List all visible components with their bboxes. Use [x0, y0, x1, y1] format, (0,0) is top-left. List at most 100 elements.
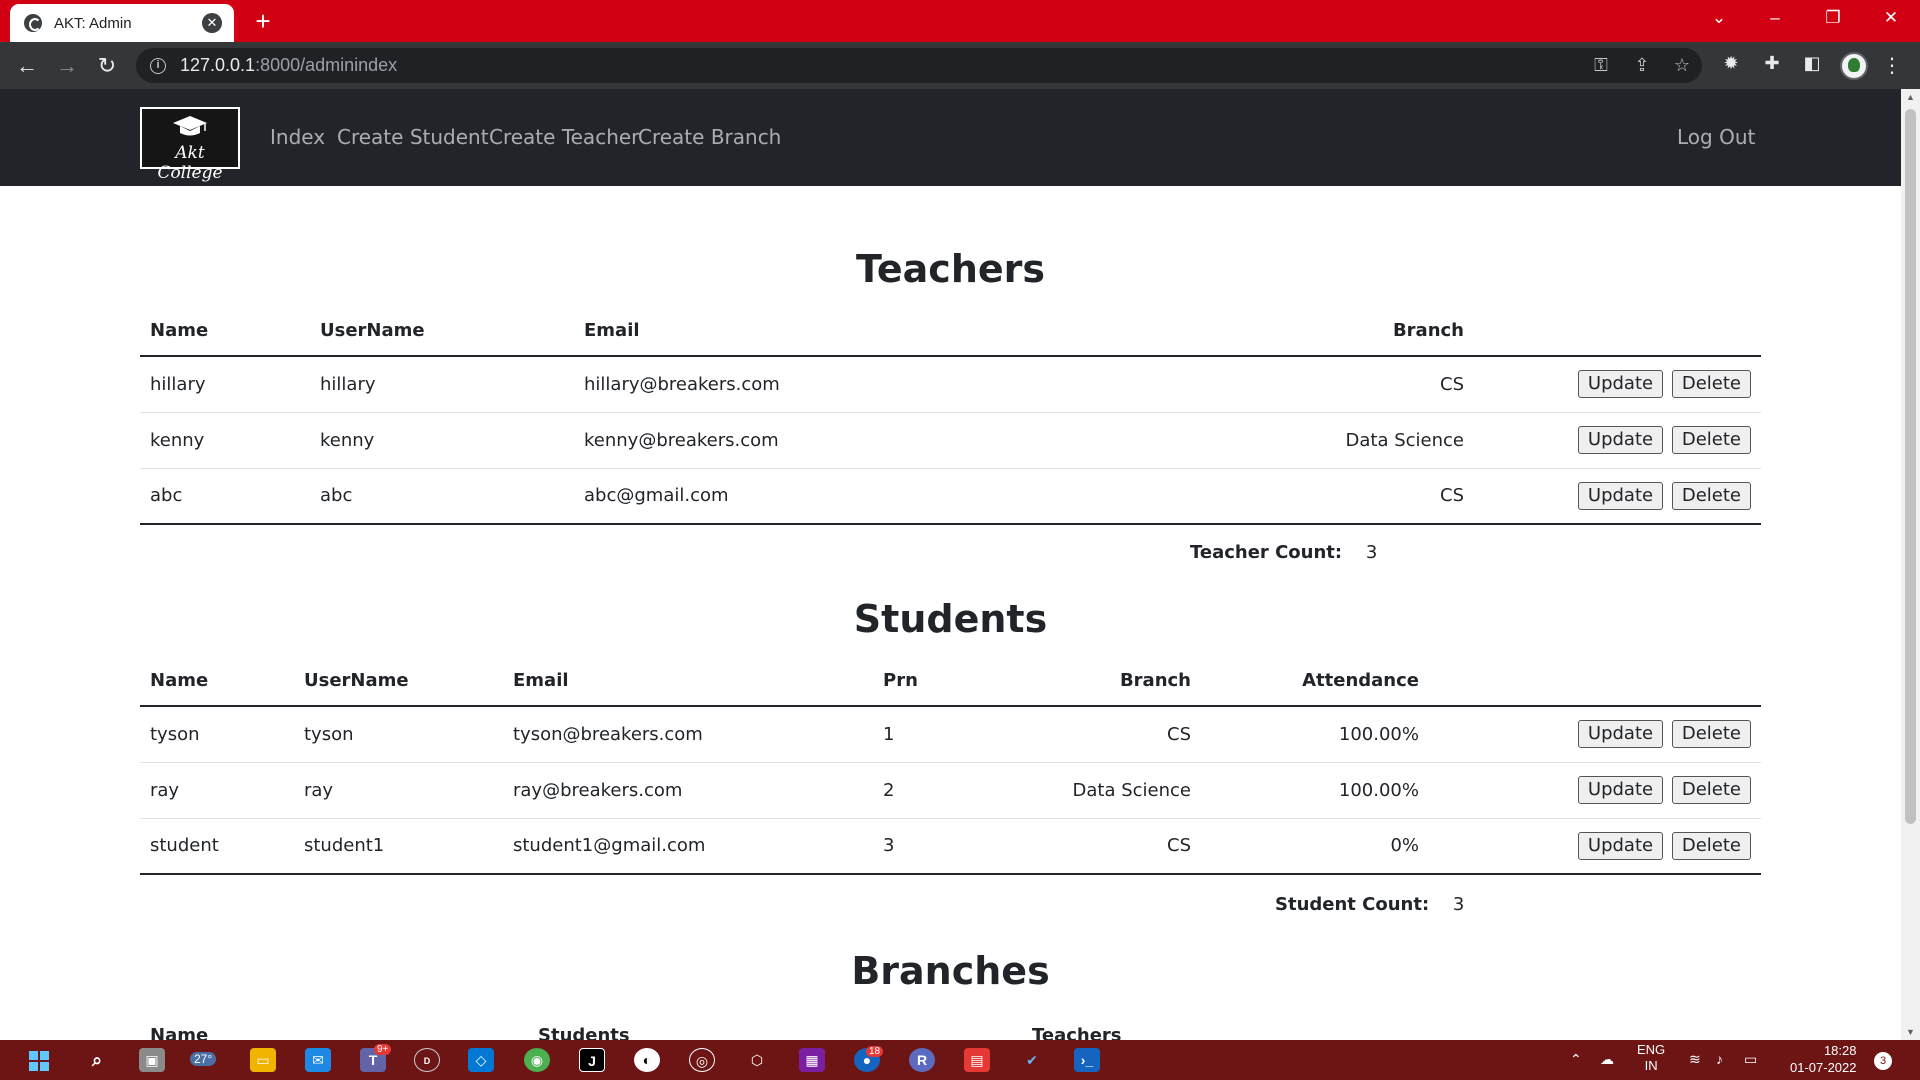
delete-button[interactable]: Delete — [1671, 370, 1751, 399]
students-header-name: Name — [140, 656, 294, 707]
mail-icon[interactable]: ✉ — [305, 1048, 331, 1072]
scroll-up-icon[interactable]: ▲ — [1906, 92, 1915, 102]
teachers-header-branch: Branch — [874, 306, 1474, 357]
student-count-label: Student Count: — [1275, 894, 1430, 915]
delete-button[interactable]: Delete — [1671, 831, 1751, 860]
key-icon[interactable]: ⚿ — [1588, 51, 1614, 79]
chrome-icon[interactable]: ◉ — [524, 1048, 550, 1072]
delete-button[interactable]: Delete — [1671, 720, 1751, 749]
powershell-icon[interactable]: ›_ — [1074, 1048, 1100, 1072]
student-name: tyson — [140, 706, 294, 763]
address-bar[interactable]: i 127.0.0.1:8000/adminindex — [136, 48, 1702, 83]
brand-logo[interactable]: Akt College — [140, 107, 240, 183]
virtualbox-icon[interactable]: ⬡ — [744, 1048, 770, 1072]
students-header-prn: Prn — [873, 656, 1013, 707]
scrollbar-thumb[interactable] — [1905, 109, 1916, 824]
student-attendance: 0% — [1201, 818, 1429, 875]
wifi-icon[interactable]: ≋ — [1689, 1050, 1701, 1068]
search-icon[interactable]: ⌕ — [84, 1048, 110, 1072]
teacher-branch: CS — [874, 356, 1474, 413]
site-info-icon[interactable]: i — [150, 57, 166, 74]
student-count: Student Count: 3 — [1275, 894, 1464, 915]
weather-widget[interactable]: 27° — [190, 1052, 217, 1066]
restore-icon[interactable]: ❐ — [1813, 6, 1853, 30]
close-window-icon[interactable]: ✕ — [1871, 6, 1911, 30]
row-actions: Update Delete — [1429, 762, 1761, 819]
forward-arrow-icon[interactable]: → — [52, 52, 82, 80]
nav-link-index[interactable]: Index — [270, 125, 325, 149]
delete-button[interactable]: Delete — [1671, 481, 1751, 510]
language-label: ENG — [1637, 1042, 1666, 1057]
onedrive-icon[interactable]: ☁ — [1600, 1050, 1614, 1068]
delete-button[interactable]: Delete — [1671, 776, 1751, 804]
clock-date: 01-07-2022 — [1790, 1060, 1857, 1075]
student-prn: 1 — [873, 706, 1013, 763]
update-button[interactable]: Update — [1577, 720, 1664, 749]
close-tab-icon[interactable]: ✕ — [202, 13, 222, 33]
battery-icon[interactable]: ▭ — [1744, 1050, 1757, 1068]
notes-app-icon[interactable]: ▤ — [964, 1048, 990, 1072]
nav-link-create-branch[interactable]: Create Branch — [638, 125, 781, 149]
teachers-header-actions — [1474, 306, 1761, 357]
obs-icon[interactable]: ◎ — [689, 1048, 715, 1072]
browser-menu-icon[interactable]: ⋮ — [1882, 52, 1902, 80]
update-button[interactable]: Update — [1577, 370, 1664, 399]
language-indicator[interactable]: ENG IN — [1637, 1042, 1665, 1074]
minimize-icon[interactable]: – — [1755, 6, 1795, 30]
todo-icon[interactable]: ✔ — [1019, 1048, 1045, 1072]
students-header-actions — [1429, 656, 1761, 707]
r-app-icon[interactable]: R — [909, 1048, 935, 1072]
jetbrains-icon[interactable]: J — [579, 1048, 605, 1072]
student-name: student — [140, 818, 294, 875]
page-scrollbar[interactable]: ▲ ▼ — [1901, 89, 1920, 1040]
row-actions: Update Delete — [1429, 818, 1761, 875]
student-username: tyson — [294, 706, 503, 763]
nav-link-create-teacher[interactable]: Create Teacher — [489, 125, 639, 149]
app-badge: 18 — [866, 1046, 884, 1057]
side-panel-icon[interactable]: ◧ — [1799, 51, 1825, 75]
vscode-icon[interactable]: ◇ — [468, 1048, 494, 1072]
table-row: kenny kenny kenny@breakers.com Data Scie… — [140, 412, 1761, 469]
app-icon[interactable]: ▦ — [799, 1048, 825, 1072]
share-icon[interactable]: ⇪ — [1629, 51, 1655, 79]
student-prn: 2 — [873, 762, 1013, 819]
teacher-branch: Data Science — [874, 412, 1474, 469]
windows-start-icon[interactable] — [29, 1051, 49, 1071]
file-explorer-icon[interactable]: ▭ — [250, 1048, 276, 1072]
extension-gear-icon[interactable]: ✹ — [1718, 51, 1744, 75]
update-button[interactable]: Update — [1577, 831, 1664, 860]
teachers-header-email: Email — [574, 306, 874, 357]
bookmark-star-icon[interactable]: ☆ — [1669, 51, 1695, 79]
update-button[interactable]: Update — [1577, 776, 1664, 804]
student-branch: CS — [1013, 818, 1201, 875]
update-button[interactable]: Update — [1577, 426, 1664, 454]
update-button[interactable]: Update — [1577, 481, 1664, 510]
table-row: tyson tyson tyson@breakers.com 1 CS 100.… — [140, 706, 1761, 763]
tray-chevron-icon[interactable]: ⌃ — [1570, 1050, 1582, 1068]
dell-icon[interactable]: D — [414, 1048, 440, 1072]
new-tab-button[interactable]: + — [249, 7, 277, 35]
teacher-name: kenny — [140, 412, 310, 469]
delete-button[interactable]: Delete — [1671, 426, 1751, 454]
profile-avatar[interactable] — [1840, 52, 1868, 80]
teacher-email: hillary@breakers.com — [574, 356, 874, 413]
nav-link-logout[interactable]: Log Out — [1677, 125, 1755, 149]
puzzle-extensions-icon[interactable]: ✚ — [1759, 51, 1785, 75]
notification-badge[interactable]: 3 — [1874, 1052, 1892, 1070]
nav-link-create-student[interactable]: Create Student — [337, 125, 489, 149]
reload-icon[interactable]: ↻ — [92, 52, 122, 80]
url-host: 127.0.0.1 — [180, 55, 256, 75]
scroll-down-icon[interactable]: ▼ — [1906, 1027, 1915, 1037]
student-attendance: 100.00% — [1201, 706, 1429, 763]
back-arrow-icon[interactable]: ← — [12, 52, 42, 80]
tab-search-chevron-icon[interactable]: ⌄ — [1699, 6, 1739, 30]
browser-tab[interactable]: AKT: Admin ✕ — [10, 4, 234, 42]
students-header-attendance: Attendance — [1201, 656, 1429, 707]
tab-title: AKT: Admin — [54, 14, 132, 32]
clock[interactable]: 18:28 01-07-2022 — [1790, 1042, 1857, 1076]
github-icon[interactable]: ◐ — [634, 1048, 660, 1072]
volume-icon[interactable]: ♪ — [1716, 1050, 1723, 1068]
task-view-icon[interactable]: ▣ — [139, 1048, 165, 1072]
student-email: student1@gmail.com — [503, 818, 873, 875]
teachers-table: Name UserName Email Branch hillary hilla… — [140, 306, 1761, 525]
